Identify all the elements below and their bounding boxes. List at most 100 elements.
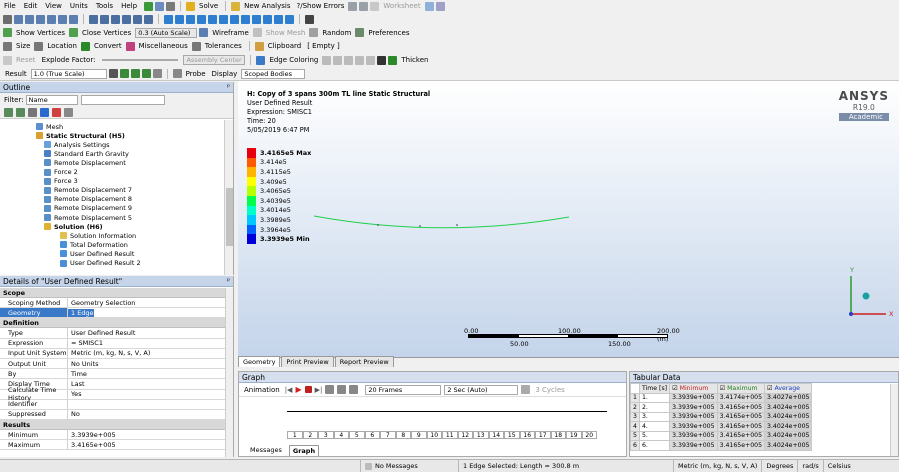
details-value[interactable]: 3.3939e+005	[68, 431, 116, 439]
frame-cell[interactable]: 6	[364, 431, 380, 439]
clipboard-icon[interactable]	[254, 41, 264, 51]
table-row[interactable]: 3 3. 3.3939e+005 3.4165e+005 3.4024e+005	[630, 411, 813, 422]
filter-combo[interactable]: Name	[25, 94, 78, 105]
pan-icon[interactable]	[175, 14, 184, 24]
details-value[interactable]: 3.4165e+005	[68, 441, 116, 449]
result-sets-icon[interactable]	[337, 385, 347, 394]
show-vertices-icon[interactable]	[3, 28, 12, 37]
edge-coloring-button[interactable]: Edge Coloring	[269, 56, 318, 64]
select-mode-dropdown-icon[interactable]	[111, 14, 120, 24]
frames-combo[interactable]: 20 Frames	[365, 384, 442, 395]
size-button[interactable]: Size	[16, 42, 30, 50]
location-icon[interactable]	[34, 41, 44, 51]
check-icon[interactable]	[144, 1, 154, 11]
details-row[interactable]: By Time	[0, 369, 232, 380]
location-button[interactable]: Location	[47, 42, 77, 50]
stop-icon[interactable]	[304, 386, 312, 393]
assembly-center-combo[interactable]: Assembly Center	[183, 55, 246, 65]
details-row[interactable]: Output Unit No Units	[0, 358, 232, 370]
show-errors-button[interactable]: ?/Show Errors	[297, 2, 345, 10]
window-icon[interactable]	[285, 14, 294, 24]
solve-icon[interactable]	[186, 1, 196, 11]
details-row[interactable]: Maximum 3.4165e+005	[0, 440, 232, 451]
status-messages[interactable]: No Messages	[360, 460, 458, 472]
select-all-icon[interactable]	[100, 14, 109, 24]
details-value[interactable]: Yes	[68, 390, 82, 398]
model-canvas[interactable]	[238, 81, 899, 357]
frame-cell[interactable]: 20	[581, 431, 597, 439]
tree-item[interactable]: Remote Displacement	[44, 158, 126, 167]
show-all-icon[interactable]	[274, 14, 283, 24]
cursor-icon[interactable]	[359, 1, 369, 11]
miscellaneous-button[interactable]: Miscellaneous	[139, 42, 188, 50]
frame-cell[interactable]: 8	[395, 431, 411, 439]
preferences-icon[interactable]	[355, 28, 365, 37]
tree-item[interactable]: Standard Earth Gravity	[44, 149, 129, 158]
frame-cell[interactable]: 11	[442, 431, 458, 439]
size-icon[interactable]	[3, 41, 12, 51]
frame-cell[interactable]: 4	[333, 431, 349, 439]
box-zoom-icon[interactable]	[197, 14, 206, 24]
close-vertices-icon[interactable]	[69, 28, 79, 37]
frame-cell[interactable]: 1	[287, 431, 303, 439]
random-button[interactable]: Random	[322, 29, 351, 37]
vertex-select-icon[interactable]	[14, 14, 23, 24]
tolerances-button[interactable]: Tolerances	[205, 42, 242, 50]
worksheet-button[interactable]: Worksheet	[383, 2, 420, 10]
body-select-icon[interactable]	[47, 14, 56, 24]
vector-icon[interactable]	[130, 69, 140, 78]
details-value[interactable]: Time	[68, 370, 87, 378]
pin-icon[interactable]: ᵖ	[227, 83, 233, 91]
edges-icon[interactable]	[119, 69, 129, 78]
tree-item[interactable]: Remote Displacement 7	[44, 186, 132, 195]
tree-expand-all-icon[interactable]	[28, 107, 37, 117]
export-video-icon[interactable]	[521, 385, 531, 394]
preferences-button[interactable]: Preferences	[368, 29, 409, 37]
node-select-icon[interactable]	[58, 14, 67, 24]
details-value[interactable]: Metric (m, kg, N, s, V, A)	[68, 349, 150, 357]
table-row[interactable]: 1 1. 3.3939e+005 3.4174e+005 3.4027e+005	[630, 392, 813, 403]
status-celsius[interactable]: Celsius	[822, 460, 855, 472]
pen-icon[interactable]	[377, 55, 387, 65]
menu-view[interactable]: View	[41, 2, 66, 10]
details-value[interactable]: No Units	[68, 360, 99, 368]
details-value[interactable]: 1 Edge	[68, 308, 94, 317]
iso-view-icon[interactable]	[252, 14, 261, 24]
tab-report-preview[interactable]: Report Preview	[334, 356, 394, 367]
convert-icon[interactable]	[80, 41, 90, 51]
filter-search-input[interactable]	[80, 94, 165, 105]
face-select-icon[interactable]	[36, 14, 45, 24]
tree-item[interactable]: Total Deformation	[60, 240, 128, 249]
details-row[interactable]: Expression = SMISC1	[0, 338, 232, 349]
close-vertices-button[interactable]: Close Vertices	[82, 29, 131, 37]
convert-button[interactable]: Convert	[94, 42, 122, 50]
tree-collapse-icon[interactable]	[16, 107, 25, 117]
tab-graph[interactable]: Graph	[288, 445, 320, 456]
tree-item[interactable]: Force 2	[44, 168, 78, 177]
menu-edit[interactable]: Edit	[20, 2, 42, 10]
edge-display-icon-2[interactable]	[333, 55, 343, 65]
tab-messages[interactable]: Messages	[247, 445, 285, 456]
details-category[interactable]: Definition	[0, 318, 232, 329]
table-header[interactable]: ☑ Maximum	[716, 383, 766, 394]
clipboard-button[interactable]: Clipboard	[268, 42, 301, 50]
select-body-icon[interactable]	[133, 14, 142, 24]
new-analysis-icon[interactable]	[231, 1, 241, 11]
edge-select-icon[interactable]	[25, 14, 34, 24]
edge-display-icon-3[interactable]	[344, 55, 354, 65]
details-value[interactable]: Geometry Selection	[68, 299, 135, 307]
random-arrows-icon[interactable]	[309, 28, 319, 37]
thicken-icon[interactable]	[388, 55, 398, 65]
solve-button[interactable]: Solve	[199, 2, 218, 10]
details-row[interactable]: Minimum 3.3939e+005	[0, 430, 232, 441]
contour-icon[interactable]	[108, 69, 118, 78]
next-view-icon[interactable]	[241, 14, 250, 24]
explode-factor-slider[interactable]	[102, 59, 179, 61]
tabular-scrollbar[interactable]	[890, 384, 898, 456]
new-analysis-button[interactable]: New Analysis	[244, 2, 290, 10]
help-icon[interactable]	[348, 1, 358, 11]
table-row[interactable]: 2 2. 3.3939e+005 3.4165e+005 3.4024e+005	[630, 402, 813, 413]
tag-icon[interactable]	[435, 1, 445, 11]
reverse-icon[interactable]	[349, 385, 359, 394]
tree-item[interactable]: Mesh	[36, 122, 63, 131]
